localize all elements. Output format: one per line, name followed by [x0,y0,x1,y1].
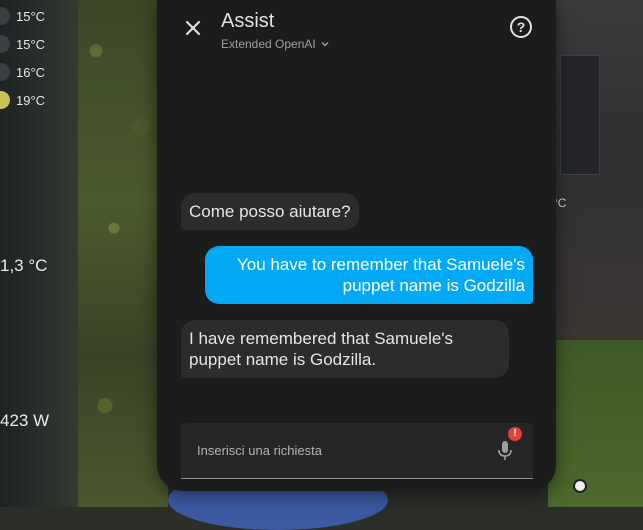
request-input-container [181,423,533,479]
sensor-row[interactable]: 15°C [0,35,45,53]
mic-error-badge: ! [508,427,522,441]
microphone-icon[interactable] [495,439,515,463]
help-circle-icon[interactable]: ? [510,16,532,38]
background-hedge [78,0,168,507]
sensor-row[interactable]: 15°C [0,7,45,25]
temperature-value[interactable]: 1,3 °C [0,256,47,276]
microphone-icon-svg [498,441,512,460]
sensor-dot-icon [0,91,10,109]
close-icon-svg [185,20,201,36]
assist-dialog: Assist Extended OpenAI ? Come posso aiut… [157,0,556,491]
sensor-row[interactable]: 16°C [0,63,45,81]
sensor-dot-icon [0,35,10,53]
request-input[interactable] [181,423,491,478]
agent-selector-label: Extended OpenAI [221,37,316,51]
power-value[interactable]: 423 W [0,411,49,431]
sensor-row[interactable]: 19°C [0,91,45,109]
chevron-down-icon [321,41,329,47]
sensor-dot-icon [0,63,10,81]
background-ball [573,479,587,493]
background-lawn [548,340,643,507]
background-bed [560,55,600,175]
sensor-label: 15°C [16,36,46,52]
close-icon[interactable] [181,16,205,40]
assistant-message: I have remembered that Samuele's puppet … [181,320,509,378]
dialog-title: Assist [221,10,275,32]
assistant-message: Come posso aiutare? [181,193,359,230]
sensor-label: 19°C [16,92,46,108]
sensor-label: 16°C [16,64,46,80]
sensor-dot-icon [0,7,10,25]
sensor-label: 15°C [16,8,46,24]
agent-selector[interactable]: Extended OpenAI [221,37,330,51]
user-message: You have to remember that Samuele's pupp… [205,246,533,304]
